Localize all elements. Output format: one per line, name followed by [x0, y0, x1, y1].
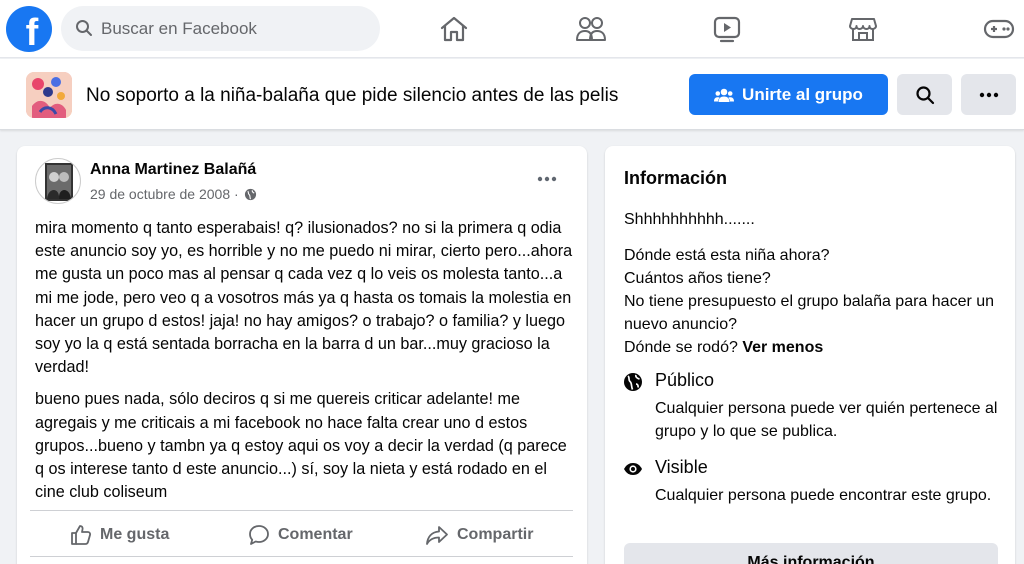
group-title[interactable]: No soporto a la niña-balaña que pide sil…: [86, 85, 618, 107]
join-group-button[interactable]: Unirte al grupo: [689, 74, 888, 115]
visibility-description: Cualquier persona puede encontrar este g…: [655, 487, 992, 504]
visibility-title: Visible: [655, 457, 708, 477]
globe-icon: [624, 373, 642, 391]
about-title: Información: [624, 168, 728, 188]
join-group-label: Unirte al grupo: [742, 84, 863, 104]
group-description: Shhhhhhhhhh....... Dónde está esta niña …: [624, 208, 999, 359]
more-options-icon: [979, 92, 998, 97]
like-label: Me gusta: [100, 526, 170, 543]
gaming-icon: [983, 19, 1015, 39]
share-icon: [426, 526, 448, 545]
post-meta: 29 de octubre de 2008 ·: [90, 186, 257, 202]
group-cover-image: [26, 72, 72, 118]
group-more-button[interactable]: [961, 74, 1016, 115]
privacy-title: Público: [655, 370, 715, 390]
nav-home[interactable]: [434, 10, 474, 48]
comment-button[interactable]: Comentar: [248, 521, 353, 549]
search-icon: [915, 85, 934, 104]
thumbs-up-icon: [71, 525, 92, 545]
privacy-info: Público Cualquier persona puede ver quié…: [623, 370, 1003, 440]
home-icon: [440, 16, 468, 42]
group-thumbnail[interactable]: [26, 72, 72, 118]
nav-marketplace[interactable]: [843, 10, 883, 48]
post-paragraph: mira momento q tanto esperabais! q? ilus…: [35, 219, 573, 377]
share-label: Compartir: [457, 526, 534, 543]
divider: [30, 510, 573, 511]
description-line: Dónde está esta niña ahora?: [624, 247, 830, 264]
comment-icon: [249, 525, 269, 545]
like-button[interactable]: Me gusta: [70, 521, 169, 549]
post-paragraph: bueno pues nada, sólo deciros q si me qu…: [35, 390, 567, 502]
description-line: Cuántos años tiene?: [624, 270, 771, 287]
people-icon: [576, 17, 606, 41]
share-button[interactable]: Compartir: [425, 521, 533, 549]
see-less-link[interactable]: Ver menos: [742, 339, 823, 356]
divider: [30, 556, 573, 557]
search-input[interactable]: [101, 6, 371, 51]
nav-watch[interactable]: [707, 10, 747, 48]
join-group-icon: [714, 88, 735, 102]
facebook-logo[interactable]: f: [6, 6, 52, 52]
post-options-button[interactable]: [527, 164, 567, 194]
search-box[interactable]: [61, 6, 380, 51]
post-author[interactable]: Anna Martinez Balañá: [90, 161, 256, 179]
visibility-info: Visible Cualquier persona puede encontra…: [623, 457, 1003, 527]
post-text: mira momento q tanto esperabais! q? ilus…: [35, 217, 575, 513]
comment-label: Comentar: [278, 526, 353, 543]
avatar-photo: [45, 163, 73, 201]
top-navigation-bar: f: [0, 0, 1024, 58]
more-info-button[interactable]: Más información: [624, 543, 998, 564]
more-options-icon: [537, 176, 557, 182]
globe-icon: [244, 188, 256, 200]
group-search-button[interactable]: [897, 74, 952, 115]
privacy-description: Cualquier persona puede ver quién perten…: [655, 400, 998, 440]
description-line: No tiene presupuesto el grupo balaña par…: [624, 293, 995, 333]
marketplace-icon: [849, 18, 877, 41]
avatar[interactable]: [35, 158, 81, 204]
search-icon: [76, 20, 92, 36]
nav-groups[interactable]: [571, 10, 611, 48]
about-card: Información Shhhhhhhhhh....... Dónde est…: [605, 146, 1015, 564]
group-header: No soporto a la niña-balaña que pide sil…: [0, 59, 1024, 130]
video-icon: [713, 16, 741, 43]
nav-gaming[interactable]: [979, 10, 1019, 48]
description-line: Dónde se rodó?: [624, 339, 738, 356]
post-card: Anna Martinez Balañá 29 de octubre de 20…: [17, 146, 587, 564]
eye-icon: [624, 463, 642, 475]
description-line: Shhhhhhhhhh.......: [624, 211, 755, 228]
facebook-logo-letter: f: [25, 12, 39, 52]
post-date[interactable]: 29 de octubre de 2008 ·: [90, 186, 239, 202]
